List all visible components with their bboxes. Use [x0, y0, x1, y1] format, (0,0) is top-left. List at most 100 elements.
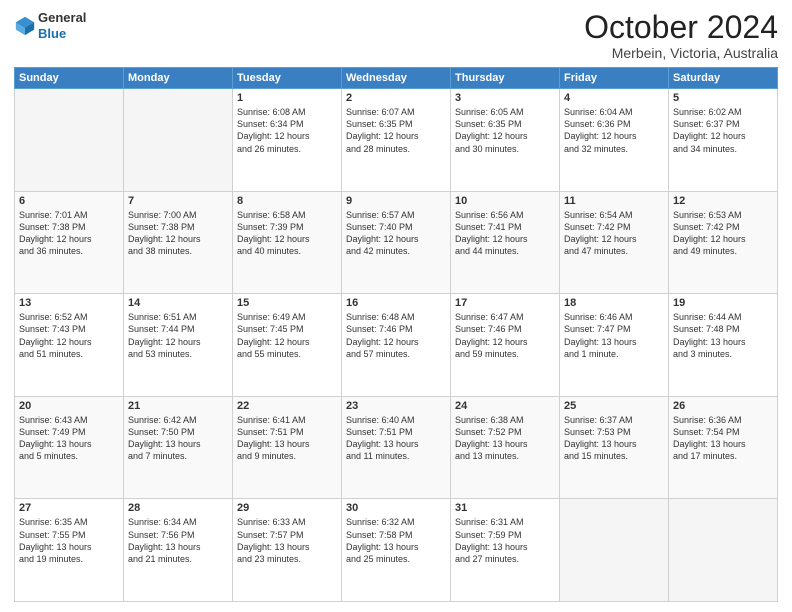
cell-w2-d3: 9Sunrise: 6:57 AMSunset: 7:40 PMDaylight… [342, 191, 451, 294]
cell-info: Daylight: 12 hours [128, 233, 228, 245]
cell-info: Sunset: 7:50 PM [128, 426, 228, 438]
cell-w1-d6: 5Sunrise: 6:02 AMSunset: 6:37 PMDaylight… [669, 89, 778, 192]
cell-w4-d5: 25Sunrise: 6:37 AMSunset: 7:53 PMDayligh… [560, 396, 669, 499]
cell-info: Sunset: 7:46 PM [455, 323, 555, 335]
day-number: 16 [346, 297, 446, 309]
cell-info: Daylight: 12 hours [19, 336, 119, 348]
cell-info: Sunrise: 6:43 AM [19, 414, 119, 426]
cell-w5-d3: 30Sunrise: 6:32 AMSunset: 7:58 PMDayligh… [342, 499, 451, 602]
cell-info: Sunset: 7:49 PM [19, 426, 119, 438]
cell-info: Sunset: 7:40 PM [346, 221, 446, 233]
day-number: 26 [673, 400, 773, 412]
day-number: 28 [128, 502, 228, 514]
title-block: October 2024 Merbein, Victoria, Australi… [584, 10, 778, 61]
day-number: 19 [673, 297, 773, 309]
cell-info: Daylight: 12 hours [673, 130, 773, 142]
cell-w5-d2: 29Sunrise: 6:33 AMSunset: 7:57 PMDayligh… [233, 499, 342, 602]
cell-info: Sunset: 7:46 PM [346, 323, 446, 335]
day-number: 7 [128, 195, 228, 207]
cell-info: Sunset: 7:57 PM [237, 529, 337, 541]
cell-info: and 32 minutes. [564, 143, 664, 155]
day-number: 21 [128, 400, 228, 412]
cell-info: and 53 minutes. [128, 348, 228, 360]
cell-info: and 55 minutes. [237, 348, 337, 360]
cell-w1-d2: 1 Sunrise: 6:08 AMSunset: 6:34 PMDaylight… [233, 89, 342, 192]
logo-icon [14, 15, 36, 37]
cell-info: and 38 minutes. [128, 245, 228, 257]
day-number: 6 [19, 195, 119, 207]
cell-info: and 30 minutes. [455, 143, 555, 155]
week-row-2: 6Sunrise: 7:01 AMSunset: 7:38 PMDaylight… [15, 191, 778, 294]
day-number: 14 [128, 297, 228, 309]
cell-info: Sunrise: 6:46 AM [564, 311, 664, 323]
day-number: 23 [346, 400, 446, 412]
cell-info: and 27 minutes. [455, 553, 555, 565]
cell-info: and 1 minute. [564, 348, 664, 360]
cell-info: Daylight: 12 hours [455, 336, 555, 348]
cell-w4-d2: 22Sunrise: 6:41 AMSunset: 7:51 PMDayligh… [233, 396, 342, 499]
cell-info: Sunset: 7:51 PM [346, 426, 446, 438]
cell-info: Sunset: 7:38 PM [128, 221, 228, 233]
cell-info: Daylight: 12 hours [19, 233, 119, 245]
cell-w3-d1: 14Sunrise: 6:51 AMSunset: 7:44 PMDayligh… [124, 294, 233, 397]
cell-w5-d0: 27Sunrise: 6:35 AMSunset: 7:55 PMDayligh… [15, 499, 124, 602]
day-number: 1 [237, 92, 337, 104]
day-number: 9 [346, 195, 446, 207]
day-number: 30 [346, 502, 446, 514]
cell-info: Daylight: 12 hours [673, 233, 773, 245]
col-saturday: Saturday [669, 68, 778, 89]
cell-info: Sunset: 7:41 PM [455, 221, 555, 233]
cell-info: and 19 minutes. [19, 553, 119, 565]
cell-info: Sunrise: 6:38 AM [455, 414, 555, 426]
col-sunday: Sunday [15, 68, 124, 89]
cell-info: Daylight: 12 hours [564, 130, 664, 142]
cell-info: Sunset: 6:37 PM [673, 118, 773, 130]
cell-info: Sunset: 6:34 PM [237, 118, 337, 130]
day-number: 15 [237, 297, 337, 309]
cell-info: Daylight: 12 hours [346, 336, 446, 348]
cell-info: Sunrise: 6:52 AM [19, 311, 119, 323]
month-title: October 2024 [584, 10, 778, 45]
day-number: 3 [455, 92, 555, 104]
cell-info: and 26 minutes. [237, 143, 337, 155]
logo-general: General [38, 10, 86, 25]
week-row-4: 20Sunrise: 6:43 AMSunset: 7:49 PMDayligh… [15, 396, 778, 499]
col-wednesday: Wednesday [342, 68, 451, 89]
cell-info: and 47 minutes. [564, 245, 664, 257]
cell-info: Sunrise: 6:58 AM [237, 209, 337, 221]
day-number: 13 [19, 297, 119, 309]
cell-info: Sunset: 7:52 PM [455, 426, 555, 438]
cell-info: Sunrise: 6:48 AM [346, 311, 446, 323]
cell-w3-d3: 16 Sunrise: 6:48 AMSunset: 7:46 PMDayligh… [342, 294, 451, 397]
cell-info: Sunrise: 6:51 AM [128, 311, 228, 323]
cell-info: Sunset: 7:55 PM [19, 529, 119, 541]
col-thursday: Thursday [451, 68, 560, 89]
cell-info: Daylight: 13 hours [455, 438, 555, 450]
cell-info: Sunset: 7:38 PM [19, 221, 119, 233]
cell-info: and 34 minutes. [673, 143, 773, 155]
cell-info: Daylight: 12 hours [237, 336, 337, 348]
cell-info: and 42 minutes. [346, 245, 446, 257]
col-friday: Friday [560, 68, 669, 89]
day-number: 12 [673, 195, 773, 207]
cell-info: Daylight: 12 hours [346, 130, 446, 142]
cell-info: and 40 minutes. [237, 245, 337, 257]
cell-info: Daylight: 13 hours [237, 541, 337, 553]
cell-info: Daylight: 12 hours [237, 130, 337, 142]
day-number: 31 [455, 502, 555, 514]
cell-info: Sunrise: 6:07 AM [346, 106, 446, 118]
calendar-table: Sunday Monday Tuesday Wednesday Thursday… [14, 67, 778, 602]
cell-info: Sunrise: 6:54 AM [564, 209, 664, 221]
cell-info: Daylight: 13 hours [128, 438, 228, 450]
cell-info: Sunrise: 6:05 AM [455, 106, 555, 118]
cell-w1-d4: 3Sunrise: 6:05 AMSunset: 6:35 PMDaylight… [451, 89, 560, 192]
col-tuesday: Tuesday [233, 68, 342, 89]
day-number: 24 [455, 400, 555, 412]
cell-info: Sunrise: 6:32 AM [346, 516, 446, 528]
calendar-header-row: Sunday Monday Tuesday Wednesday Thursday… [15, 68, 778, 89]
cell-info: Daylight: 13 hours [564, 438, 664, 450]
cell-info: Sunrise: 6:44 AM [673, 311, 773, 323]
cell-info: Sunrise: 6:08 AM [237, 106, 337, 118]
logo-text: General Blue [38, 10, 86, 41]
cell-info: and 17 minutes. [673, 450, 773, 462]
